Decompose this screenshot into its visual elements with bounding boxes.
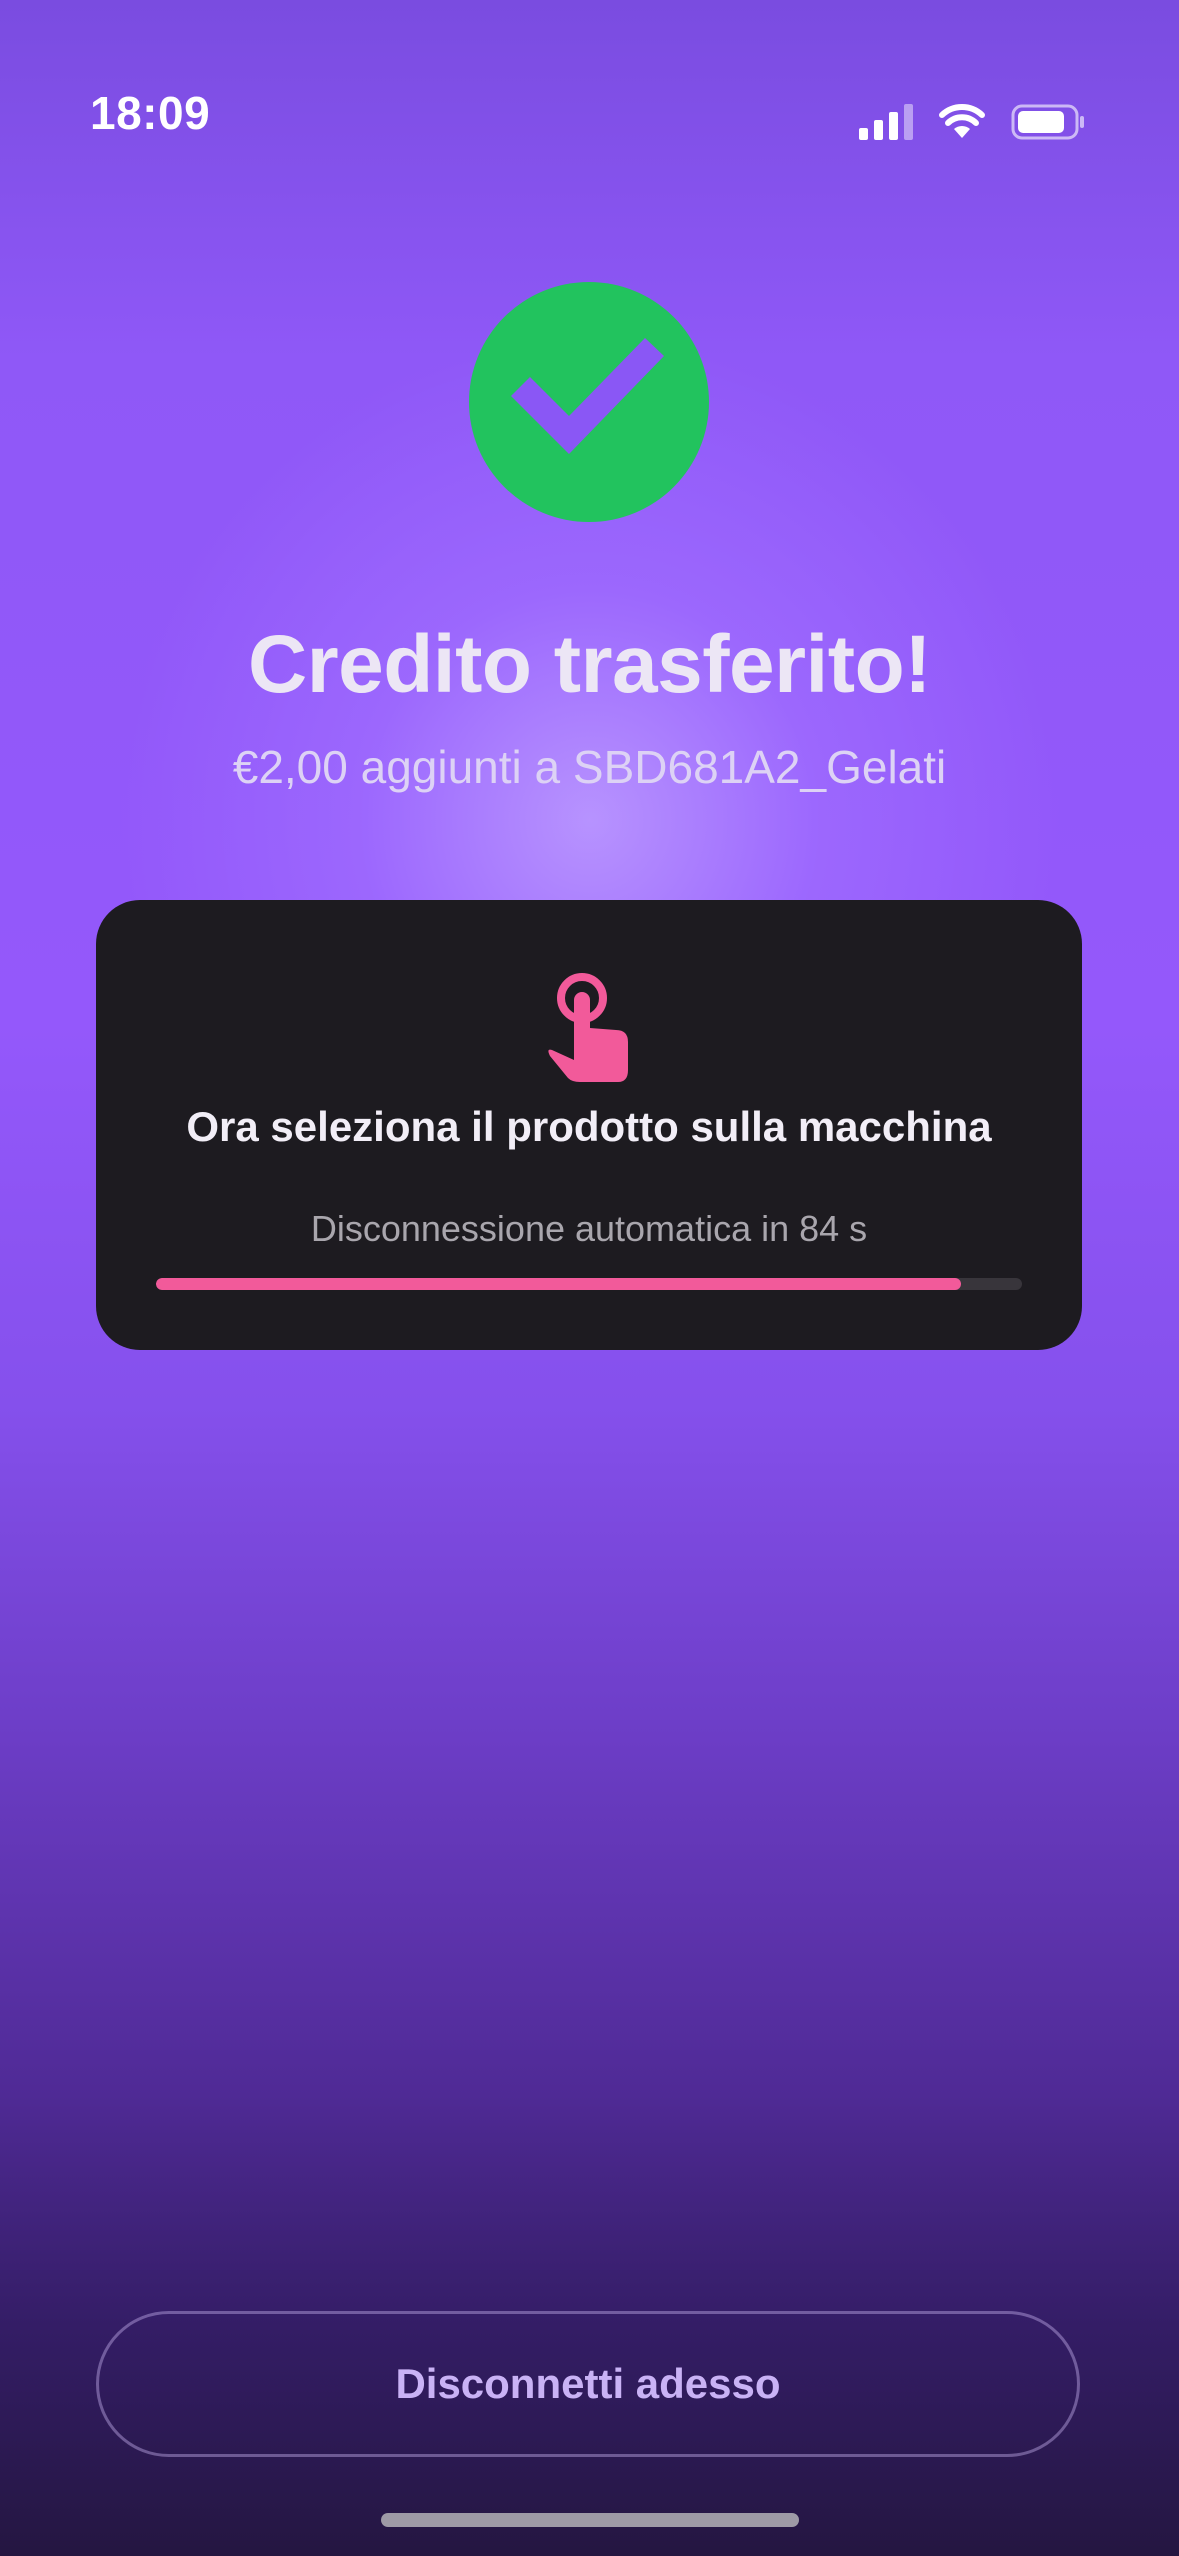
countdown-progress-fill	[156, 1278, 962, 1290]
wifi-icon	[939, 104, 985, 138]
page-title: Credito trasferito!	[247, 619, 932, 710]
home-indicator[interactable]	[381, 2513, 799, 2527]
status-icons	[859, 104, 1087, 140]
instruction-card: Ora seleziona il prodotto sulla macchina…	[96, 900, 1082, 1350]
transfer-subtitle: €2,00 aggiunti a SBD681A2_Gelati	[232, 741, 947, 793]
auto-disconnect-countdown: Disconnessione automatica in 84 s	[310, 1208, 868, 1249]
status-time: 18:09	[90, 87, 211, 139]
disconnect-now-button[interactable]: Disconnetti adesso	[96, 2311, 1080, 2457]
cellular-signal-icon	[859, 104, 913, 140]
checkmark-icon	[511, 338, 664, 454]
countdown-progress-bar	[156, 1278, 1022, 1290]
success-badge	[469, 282, 709, 522]
battery-icon	[1011, 104, 1084, 140]
tap-hand-icon	[548, 973, 628, 1082]
instruction-title: Ora seleziona il prodotto sulla macchina	[186, 1103, 992, 1150]
